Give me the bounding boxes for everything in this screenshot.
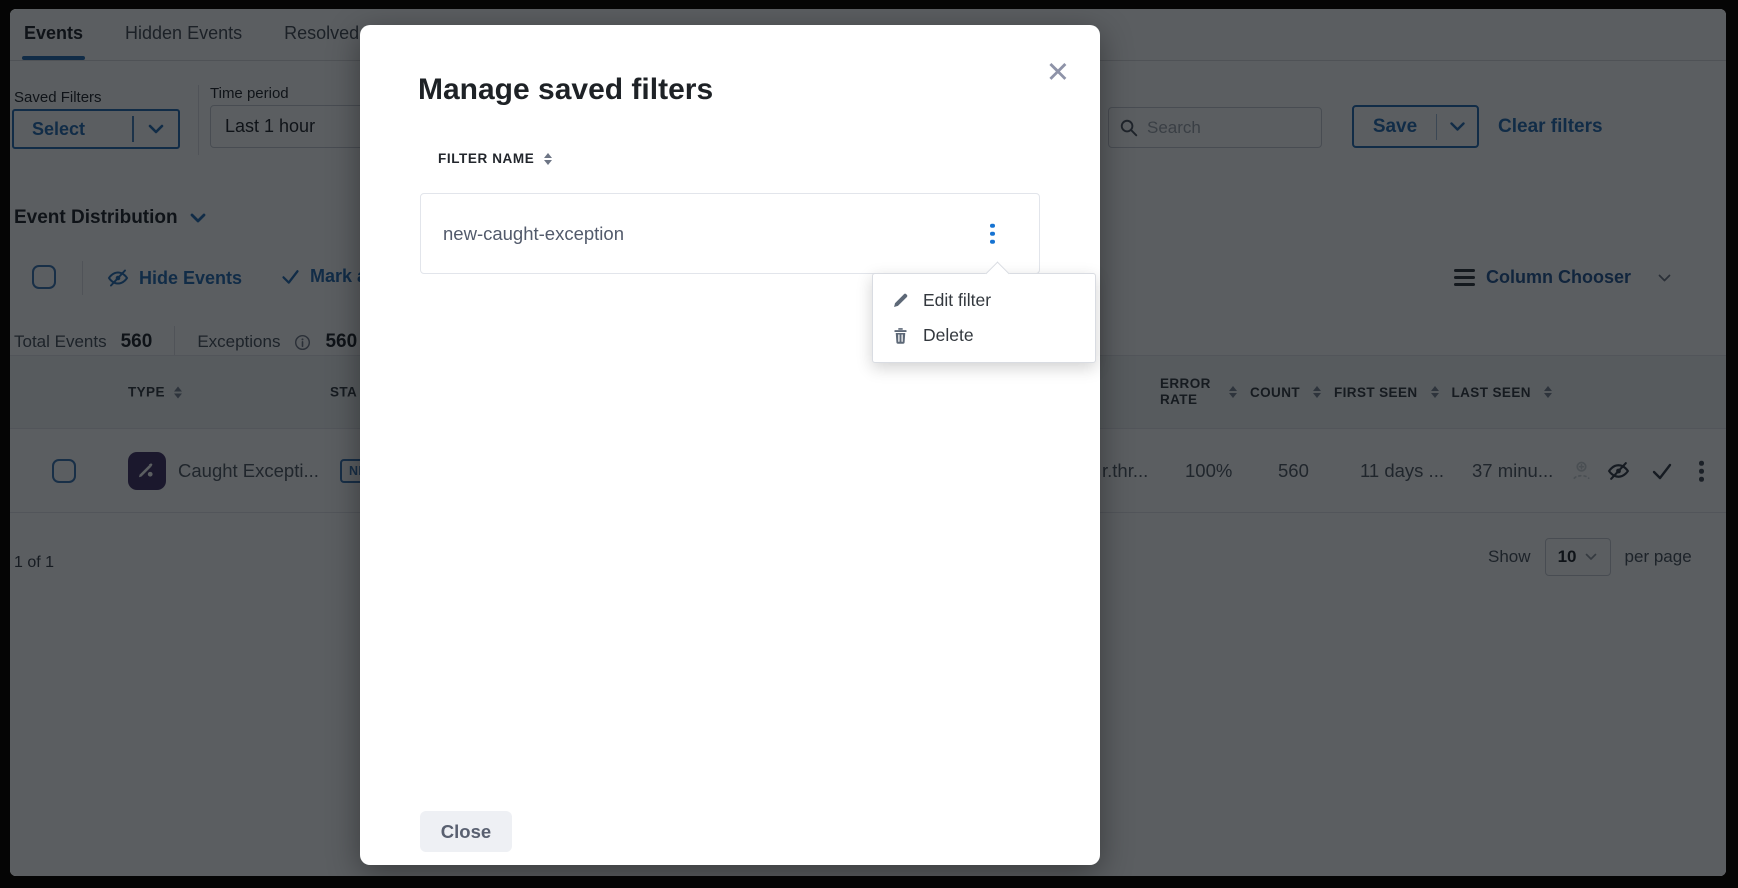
filter-name-column-header[interactable]: FILTER NAME <box>438 151 552 166</box>
trash-icon <box>891 326 910 345</box>
saved-filter-row: new-caught-exception <box>420 193 1040 274</box>
app-frame: Events Hidden Events Resolved Events Sav… <box>0 0 1738 888</box>
edit-filter-label: Edit filter <box>923 290 991 311</box>
events-page: Events Hidden Events Resolved Events Sav… <box>10 9 1726 876</box>
manage-saved-filters-modal: Manage saved filters ✕ FILTER NAME new-c… <box>360 25 1100 865</box>
modal-title: Manage saved filters <box>418 73 713 107</box>
close-icon[interactable]: ✕ <box>1046 59 1070 88</box>
filter-kebab-menu[interactable] <box>987 220 998 247</box>
edit-filter-menu-item[interactable]: Edit filter <box>873 283 1095 318</box>
saved-filter-name: new-caught-exception <box>443 223 624 245</box>
sort-icon[interactable] <box>544 153 552 165</box>
close-button[interactable]: Close <box>420 811 512 852</box>
delete-filter-label: Delete <box>923 325 974 346</box>
delete-filter-menu-item[interactable]: Delete <box>873 318 1095 353</box>
filter-actions-menu: Edit filter Delete <box>872 273 1096 363</box>
filter-name-header-label: FILTER NAME <box>438 151 534 166</box>
pencil-icon <box>891 291 910 310</box>
